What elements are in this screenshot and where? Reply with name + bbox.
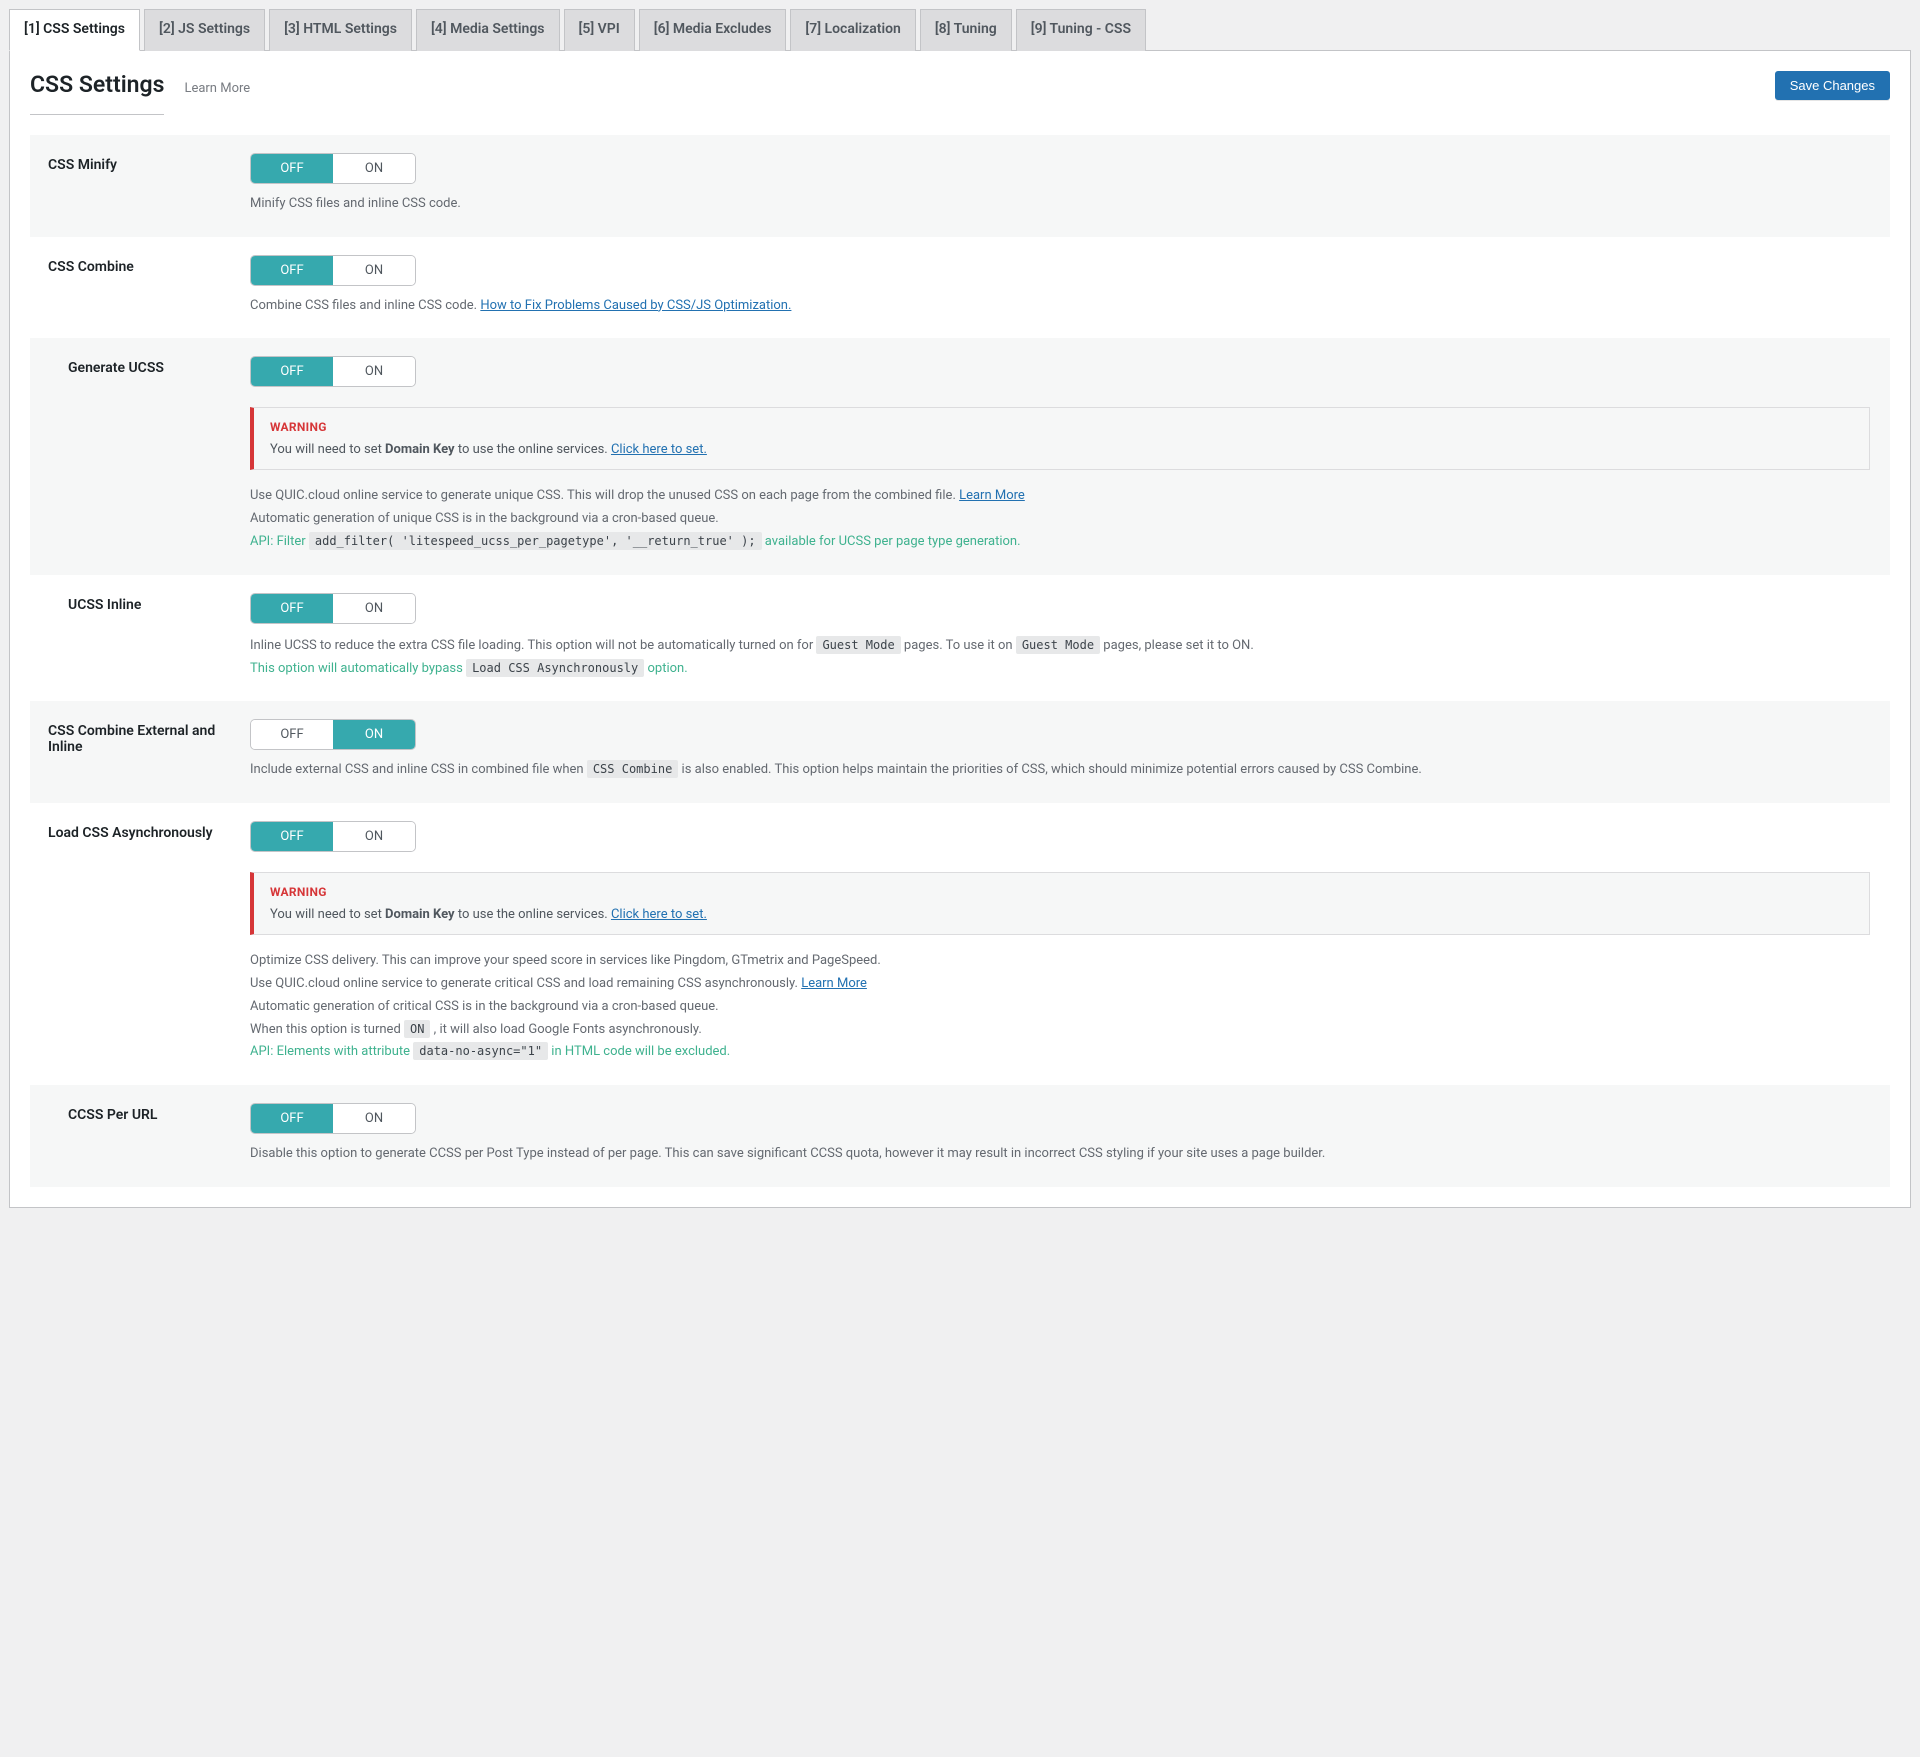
tab-js-settings[interactable]: [2] JS Settings [144,9,265,51]
toggle-css-minify: OFF ON [250,153,416,184]
link-learn-more-ucss[interactable]: Learn More [959,488,1025,503]
toggle-css-combine-off[interactable]: OFF [251,256,333,285]
link-set-domain-key[interactable]: Click here to set. [611,907,707,922]
tab-css-settings[interactable]: [1] CSS Settings [9,9,140,51]
warning-domain-key-async: WARNING You will need to set Domain Key … [250,872,1870,935]
toggle-css-minify-off[interactable]: OFF [251,154,333,183]
code-data-no-async: data-no-async="1" [413,1042,548,1060]
tab-localization[interactable]: [7] Localization [790,9,915,51]
tab-media-settings[interactable]: [4] Media Settings [416,9,560,51]
warning-title: WARNING [270,885,1853,899]
toggle-css-combine-ext-on[interactable]: ON [333,720,415,749]
warning-title: WARNING [270,420,1853,434]
code-ucss-filter: add_filter( 'litespeed_ucss_per_pagetype… [309,532,762,550]
desc-generate-ucss: Use QUIC.cloud online service to generat… [250,486,1870,552]
label-css-minify: CSS Minify [30,135,250,237]
toggle-ucss-inline-off[interactable]: OFF [251,594,333,623]
settings-tabs: [1] CSS Settings [2] JS Settings [3] HTM… [9,9,1911,51]
label-ccss-per-url: CCSS Per URL [30,1085,250,1187]
tab-html-settings[interactable]: [3] HTML Settings [269,9,412,51]
code-load-css-async: Load CSS Asynchronously [466,659,644,677]
desc-ccss-per-url: Disable this option to generate CCSS per… [250,1144,1870,1165]
link-learn-more-async[interactable]: Learn More [801,976,867,991]
code-on: ON [404,1020,430,1038]
desc-ucss-inline: Inline UCSS to reduce the extra CSS file… [250,636,1870,680]
desc-css-minify: Minify CSS files and inline CSS code. [250,194,1870,215]
toggle-generate-ucss-on[interactable]: ON [333,357,415,386]
label-load-css-async: Load CSS Asynchronously [30,803,250,1085]
toggle-css-combine: OFF ON [250,255,416,286]
tab-tuning[interactable]: [8] Tuning [920,9,1012,51]
desc-load-css-async: Optimize CSS delivery. This can improve … [250,951,1870,1063]
desc-css-combine-ext: Include external CSS and inline CSS in c… [250,760,1870,781]
label-css-combine-ext: CSS Combine External and Inline [30,701,250,803]
toggle-load-css-async: OFF ON [250,821,416,852]
toggle-css-combine-ext-off[interactable]: OFF [251,720,333,749]
toggle-css-combine-on[interactable]: ON [333,256,415,285]
desc-css-combine: Combine CSS files and inline CSS code. H… [250,296,1870,317]
warning-domain-key-ucss: WARNING You will need to set Domain Key … [250,407,1870,470]
toggle-css-combine-ext: OFF ON [250,719,416,750]
learn-more-link[interactable]: Learn More [184,81,250,96]
code-css-combine: CSS Combine [587,760,678,778]
toggle-ccss-per-url: OFF ON [250,1103,416,1134]
toggle-generate-ucss-off[interactable]: OFF [251,357,333,386]
label-ucss-inline: UCSS Inline [30,575,250,702]
label-css-combine: CSS Combine [30,237,250,339]
save-changes-button[interactable]: Save Changes [1775,71,1890,100]
code-guest-mode-1: Guest Mode [816,636,900,654]
page-title: CSS Settings [30,71,164,104]
tab-vpi[interactable]: [5] VPI [564,9,635,51]
toggle-ucss-inline: OFF ON [250,593,416,624]
link-set-domain-key[interactable]: Click here to set. [611,442,707,457]
tab-tuning-css[interactable]: [9] Tuning - CSS [1016,9,1146,51]
toggle-ccss-per-url-off[interactable]: OFF [251,1104,333,1133]
toggle-ccss-per-url-on[interactable]: ON [333,1104,415,1133]
toggle-generate-ucss: OFF ON [250,356,416,387]
label-generate-ucss: Generate UCSS [30,338,250,574]
toggle-load-css-async-off[interactable]: OFF [251,822,333,851]
link-fix-problems[interactable]: How to Fix Problems Caused by CSS/JS Opt… [480,298,791,313]
toggle-ucss-inline-on[interactable]: ON [333,594,415,623]
toggle-load-css-async-on[interactable]: ON [333,822,415,851]
code-guest-mode-2: Guest Mode [1016,636,1100,654]
tab-media-excludes[interactable]: [6] Media Excludes [639,9,787,51]
toggle-css-minify-on[interactable]: ON [333,154,415,183]
